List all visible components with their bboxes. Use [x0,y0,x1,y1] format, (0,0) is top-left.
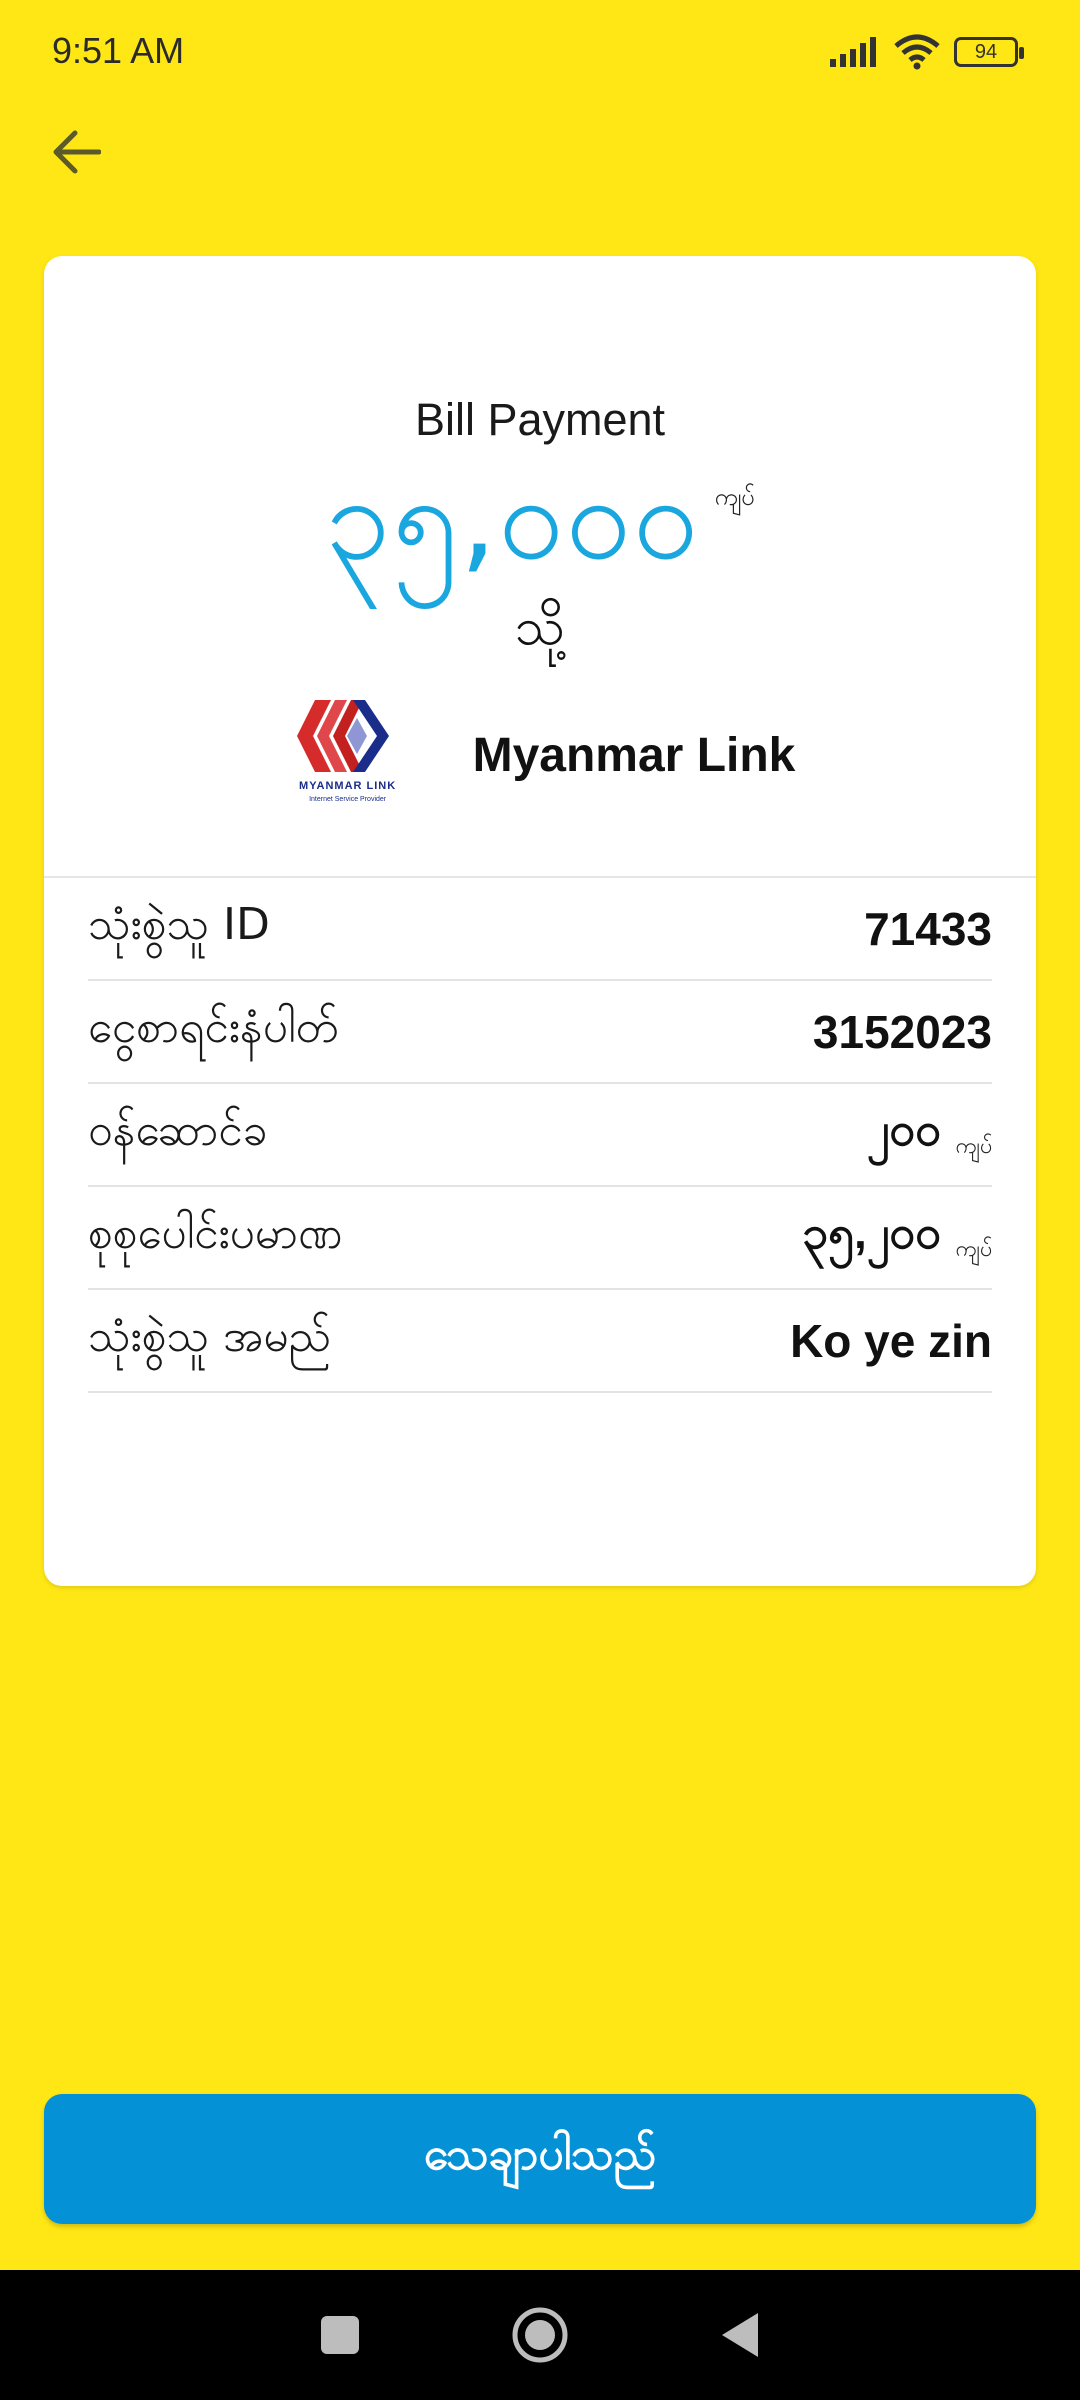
merchant-name: Myanmar Link [472,728,796,782]
logo-text: MYANMAR LINK [299,780,397,792]
payment-summary-card: Bill Payment ၃၅,၀၀၀ ကျပ် သို့ MYANMAR LI… [44,256,1036,1586]
home-button[interactable] [510,2305,570,2365]
back-button[interactable] [44,120,108,184]
navigation-bar [0,2270,1080,2400]
currency-unit: ကျပ် [955,1133,992,1158]
square-icon [321,2316,359,2354]
account-number-value: 3152023 [812,1005,992,1058]
user-name-value: Ko ye zin [790,1314,992,1367]
detail-value: ၃၅,၂၀၀ ကျပ် [802,1204,992,1271]
total-amount-value: ၃၅,၂၀၀ [802,1206,942,1258]
triangle-back-icon [722,2313,758,2357]
back-nav-button[interactable] [710,2305,770,2365]
detail-value: ၂၀၀ ကျပ် [867,1101,992,1168]
signal-icon [830,37,876,67]
detail-value: Ko ye zin [790,1314,992,1368]
myanmar-link-logo: MYANMAR LINK Internet Service Provider [285,696,411,814]
status-bar: 9:51 AM 94 [0,0,1080,100]
detail-row-account-number: ငွေစာရင်းနံပါတ် 3152023 [88,981,992,1084]
detail-row-user-id: သုံးစွဲသူ ID 71433 [88,878,992,981]
amount-unit: ကျပ် [714,484,755,511]
currency-unit: ကျပ် [955,1236,992,1261]
battery-level: 94 [974,40,998,63]
merchant: MYANMAR LINK Internet Service Provider M… [44,696,1036,814]
service-fee-value: ၂၀၀ [866,1103,942,1155]
detail-label: သုံးစွဲသူ ID [88,898,270,950]
detail-label: ငွေစာရင်းနံပါတ် [88,1001,339,1053]
detail-row-total-amount: စုစုပေါင်းပမာဏ ၃၅,၂၀၀ ကျပ် [88,1187,992,1290]
to-label: သို့ [514,598,566,656]
detail-label: စုစုပေါင်းပမာဏ [88,1207,343,1259]
status-icons: 94 [830,30,1024,74]
detail-row-user-name: သုံးစွဲသူ အမည် Ko ye zin [88,1290,992,1393]
circle-icon [512,2307,568,2363]
detail-value: 71433 [864,902,992,956]
wifi-icon [894,34,940,70]
card-title: Bill Payment [414,394,666,445]
battery-icon: 94 [954,37,1024,67]
logo-subtext: Internet Service Provider [309,796,387,803]
details-list: သုံးစွဲသူ ID 71433 ငွေစာရင်းနံပါတ် 31520… [88,878,992,1393]
confirm-button[interactable]: သေချာပါသည် [44,2094,1036,2224]
status-time: 9:51 AM [52,30,185,71]
detail-label: သုံးစွဲသူ အမည် [88,1310,332,1362]
user-id-value: 71433 [864,902,992,955]
detail-label: ဝန်ဆောင်ခ [88,1104,268,1156]
amount-row: ၃၅,၀၀၀ ကျပ် [44,461,1036,577]
arrow-left-icon [53,130,101,174]
detail-row-service-fee: ဝန်ဆောင်ခ ၂၀၀ ကျပ် [88,1084,992,1187]
recents-button[interactable] [310,2305,370,2365]
amount-value: ၃၅,၀၀၀ [325,451,701,586]
detail-value: 3152023 [813,1005,992,1059]
